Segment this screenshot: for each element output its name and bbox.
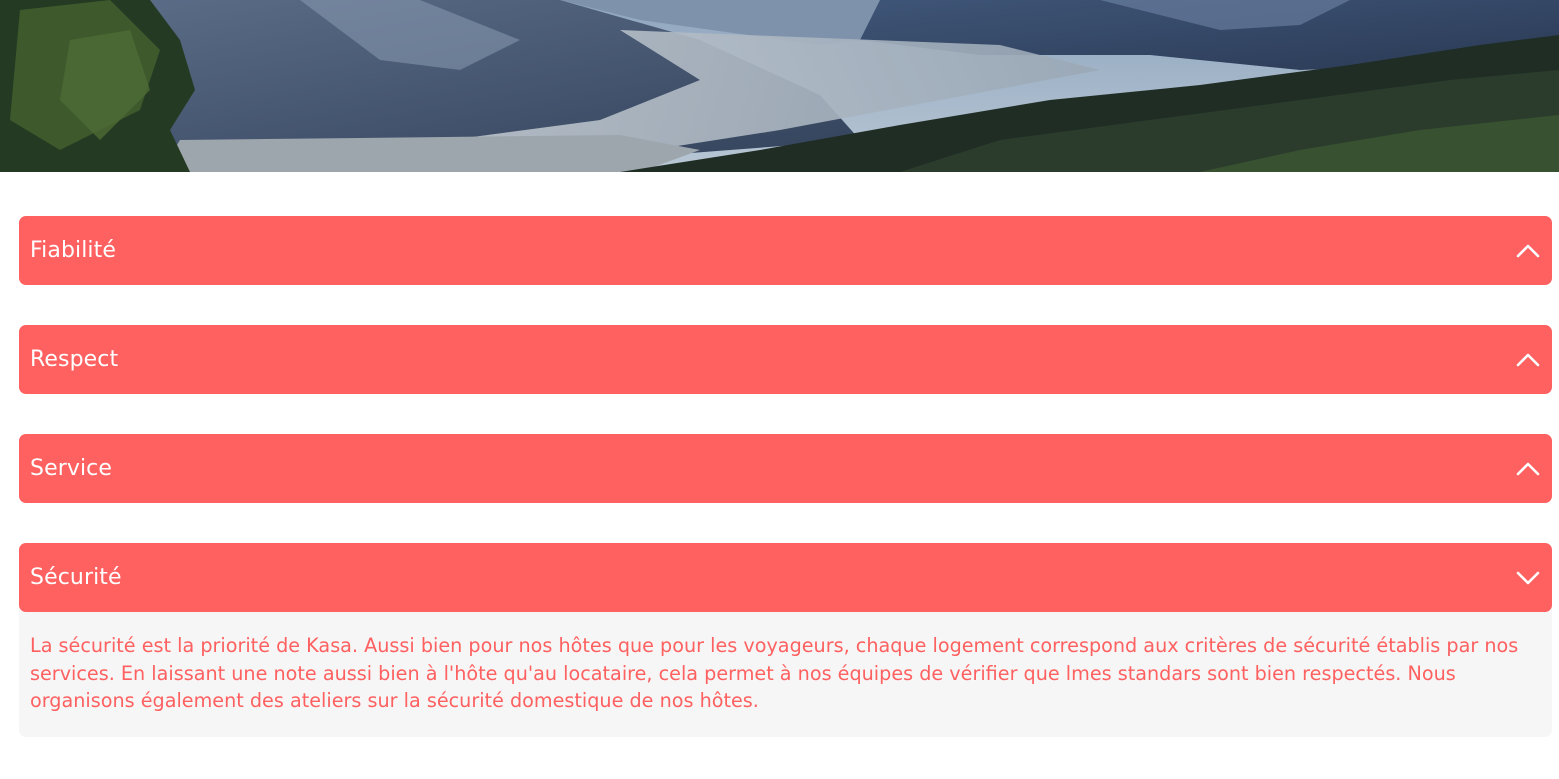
- collapse-title: Fiabilité: [30, 238, 117, 263]
- collapse-header-service[interactable]: Service: [19, 434, 1552, 503]
- collapse-list: Fiabilité Respect Service Sécurité La sé…: [19, 216, 1552, 737]
- collapse-fiabilite: Fiabilité: [19, 216, 1552, 285]
- chevron-down-icon[interactable]: [1515, 565, 1541, 591]
- collapse-respect: Respect: [19, 325, 1552, 394]
- collapse-header-securite[interactable]: Sécurité: [19, 543, 1552, 612]
- chevron-up-icon[interactable]: [1515, 456, 1541, 482]
- collapse-title: Service: [30, 456, 113, 481]
- collapse-header-respect[interactable]: Respect: [19, 325, 1552, 394]
- banner-image: [0, 0, 1559, 172]
- collapse-service: Service: [19, 434, 1552, 503]
- collapse-content-securite: La sécurité est la priorité de Kasa. Aus…: [19, 606, 1552, 737]
- collapse-title: Sécurité: [30, 565, 122, 590]
- chevron-up-icon[interactable]: [1515, 238, 1541, 264]
- chevron-up-icon[interactable]: [1515, 347, 1541, 373]
- collapse-header-fiabilite[interactable]: Fiabilité: [19, 216, 1552, 285]
- collapse-securite: Sécurité La sécurité est la priorité de …: [19, 543, 1552, 737]
- collapse-title: Respect: [30, 347, 119, 372]
